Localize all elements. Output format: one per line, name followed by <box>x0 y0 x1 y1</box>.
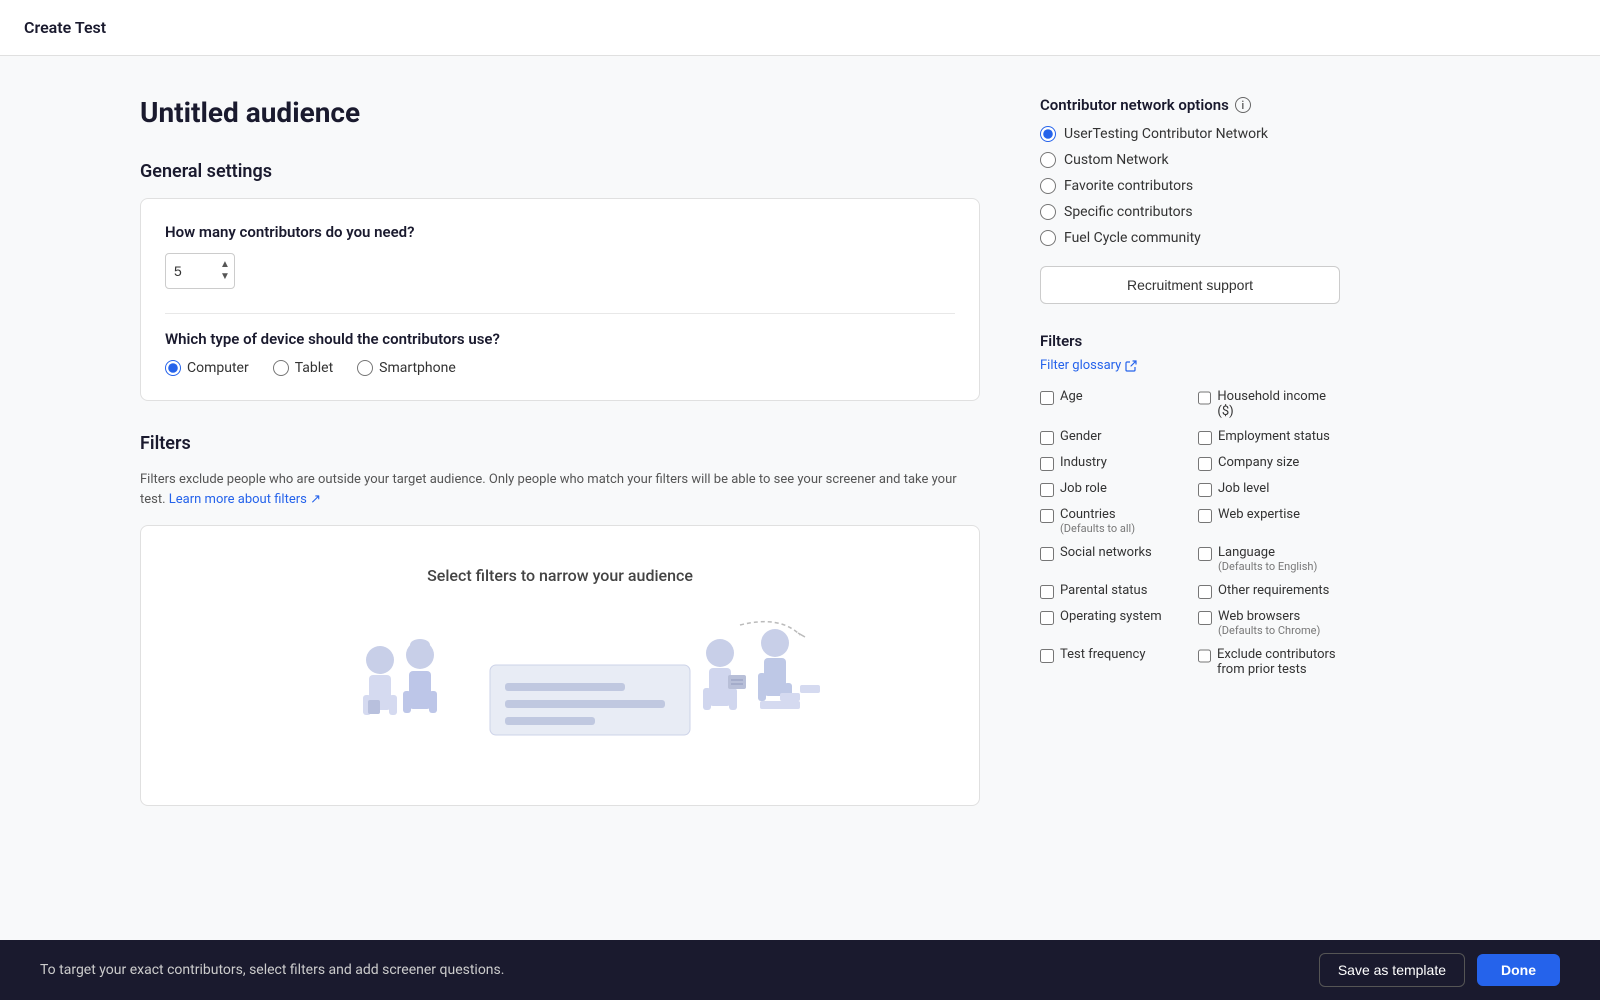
right-panel: Contributor network options i UserTestin… <box>1020 96 1360 806</box>
info-icon[interactable]: i <box>1235 97 1251 113</box>
recruitment-support-button[interactable]: Recruitment support <box>1040 266 1340 304</box>
filter-empty-state: Select filters to narrow your audience <box>140 525 980 806</box>
filter-company-size-checkbox[interactable] <box>1198 457 1212 471</box>
filter-industry-checkbox[interactable] <box>1040 457 1054 471</box>
network-radio-usertesting[interactable] <box>1040 126 1056 142</box>
filter-illustration <box>260 605 860 765</box>
device-radio-tablet[interactable] <box>273 360 289 376</box>
filter-glossary-link[interactable]: Filter glossary <box>1040 358 1340 373</box>
network-label-usertesting: UserTesting Contributor Network <box>1064 126 1268 142</box>
filter-company-size[interactable]: Company size <box>1198 455 1340 471</box>
filter-other-requirements-checkbox[interactable] <box>1198 585 1212 599</box>
contributors-number-input[interactable]: ▲ ▼ <box>165 253 235 289</box>
device-option-smartphone[interactable]: Smartphone <box>357 360 456 376</box>
bottom-bar-info-text: To target your exact contributors, selec… <box>40 962 504 978</box>
filter-test-frequency-checkbox[interactable] <box>1040 649 1054 663</box>
page-title: Untitled audience <box>140 96 980 129</box>
filter-household-income[interactable]: Household income ($) <box>1198 389 1340 419</box>
filter-employment-status-checkbox[interactable] <box>1198 431 1212 445</box>
device-radio-group: Computer Tablet Smartphone <box>165 360 955 376</box>
contributors-question-label: How many contributors do you need? <box>165 223 955 241</box>
device-radio-computer[interactable] <box>165 360 181 376</box>
card-divider <box>165 313 955 314</box>
filter-other-requirements[interactable]: Other requirements <box>1198 583 1340 599</box>
main-container: Untitled audience General settings How m… <box>100 56 1500 906</box>
network-radio-favorite[interactable] <box>1040 178 1056 194</box>
device-label-smartphone: Smartphone <box>379 360 456 376</box>
filter-parental-status-checkbox[interactable] <box>1040 585 1054 599</box>
external-link-icon: ↗ <box>310 492 321 507</box>
filters-description: Filters exclude people who are outside y… <box>140 470 980 509</box>
device-label-tablet: Tablet <box>295 360 333 376</box>
filter-age-checkbox[interactable] <box>1040 391 1054 405</box>
network-radio-specific[interactable] <box>1040 204 1056 220</box>
filter-employment-status[interactable]: Employment status <box>1198 429 1340 445</box>
bottom-bar: To target your exact contributors, selec… <box>0 940 1600 1000</box>
contributors-input-wrapper: ▲ ▼ <box>165 253 955 289</box>
left-panel: Untitled audience General settings How m… <box>100 96 1020 806</box>
filter-test-frequency[interactable]: Test frequency <box>1040 647 1182 677</box>
filter-job-role[interactable]: Job role <box>1040 481 1182 497</box>
network-option-specific[interactable]: Specific contributors <box>1040 204 1340 220</box>
contributors-value-field[interactable] <box>174 263 214 279</box>
filter-web-expertise-checkbox[interactable] <box>1198 509 1212 523</box>
filter-web-browsers-checkbox[interactable] <box>1198 611 1212 625</box>
app-header: Create Test <box>0 0 1600 56</box>
contributors-increment[interactable]: ▲ <box>218 259 232 271</box>
filter-countries-checkbox[interactable] <box>1040 509 1054 523</box>
header-title: Create Test <box>24 18 106 37</box>
network-option-usertesting[interactable]: UserTesting Contributor Network <box>1040 126 1340 142</box>
device-radio-smartphone[interactable] <box>357 360 373 376</box>
network-label-favorite: Favorite contributors <box>1064 178 1193 194</box>
filter-age[interactable]: Age <box>1040 389 1182 419</box>
contributor-network-section: Contributor network options i <box>1040 96 1340 114</box>
network-option-favorite[interactable]: Favorite contributors <box>1040 178 1340 194</box>
network-radio-custom[interactable] <box>1040 152 1056 168</box>
filter-countries[interactable]: Countries(Defaults to all) <box>1040 507 1182 535</box>
filter-parental-status[interactable]: Parental status <box>1040 583 1182 599</box>
filter-empty-text: Select filters to narrow your audience <box>427 566 693 585</box>
filter-exclude-contributors-checkbox[interactable] <box>1198 649 1211 663</box>
contributors-decrement[interactable]: ▼ <box>218 271 232 283</box>
network-label-specific: Specific contributors <box>1064 204 1193 220</box>
device-option-tablet[interactable]: Tablet <box>273 360 333 376</box>
filters-section-title: Filters <box>140 433 980 454</box>
external-link-icon <box>1125 360 1137 372</box>
general-settings-title: General settings <box>140 161 980 182</box>
network-radio-fuelcycle[interactable] <box>1040 230 1056 246</box>
general-settings-card: How many contributors do you need? ▲ ▼ W… <box>140 198 980 401</box>
filter-social-networks-checkbox[interactable] <box>1040 547 1054 561</box>
filter-language[interactable]: Language(Defaults to English) <box>1198 545 1340 573</box>
learn-more-link[interactable]: Learn more about filters ↗ <box>169 492 321 507</box>
filter-web-expertise[interactable]: Web expertise <box>1198 507 1340 535</box>
contributors-spinner: ▲ ▼ <box>218 259 232 283</box>
network-label-custom: Custom Network <box>1064 152 1169 168</box>
device-option-computer[interactable]: Computer <box>165 360 249 376</box>
filter-operating-system[interactable]: Operating system <box>1040 609 1182 637</box>
filter-exclude-contributors[interactable]: Exclude contributors from prior tests <box>1198 647 1340 677</box>
network-options-list: UserTesting Contributor Network Custom N… <box>1040 126 1340 246</box>
filter-language-checkbox[interactable] <box>1198 547 1212 561</box>
filter-gender[interactable]: Gender <box>1040 429 1182 445</box>
bottom-bar-actions: Save as template Done <box>1319 953 1560 987</box>
filters-right-title: Filters <box>1040 332 1340 350</box>
save-as-template-button[interactable]: Save as template <box>1319 953 1465 987</box>
contributor-network-title: Contributor network options <box>1040 96 1229 114</box>
device-question-label: Which type of device should the contribu… <box>165 330 955 348</box>
filter-gender-checkbox[interactable] <box>1040 431 1054 445</box>
filter-operating-system-checkbox[interactable] <box>1040 611 1054 625</box>
network-option-fuelcycle[interactable]: Fuel Cycle community <box>1040 230 1340 246</box>
filter-web-browsers[interactable]: Web browsers(Defaults to Chrome) <box>1198 609 1340 637</box>
done-button[interactable]: Done <box>1477 954 1560 986</box>
filter-household-income-checkbox[interactable] <box>1198 391 1211 405</box>
filter-social-networks[interactable]: Social networks <box>1040 545 1182 573</box>
network-label-fuelcycle: Fuel Cycle community <box>1064 230 1201 246</box>
network-option-custom[interactable]: Custom Network <box>1040 152 1340 168</box>
device-label-computer: Computer <box>187 360 249 376</box>
filter-job-level-checkbox[interactable] <box>1198 483 1212 497</box>
filter-job-level[interactable]: Job level <box>1198 481 1340 497</box>
filter-industry[interactable]: Industry <box>1040 455 1182 471</box>
filter-checkboxes-grid: Age Household income ($) Gender Employme… <box>1040 389 1340 677</box>
filter-job-role-checkbox[interactable] <box>1040 483 1054 497</box>
